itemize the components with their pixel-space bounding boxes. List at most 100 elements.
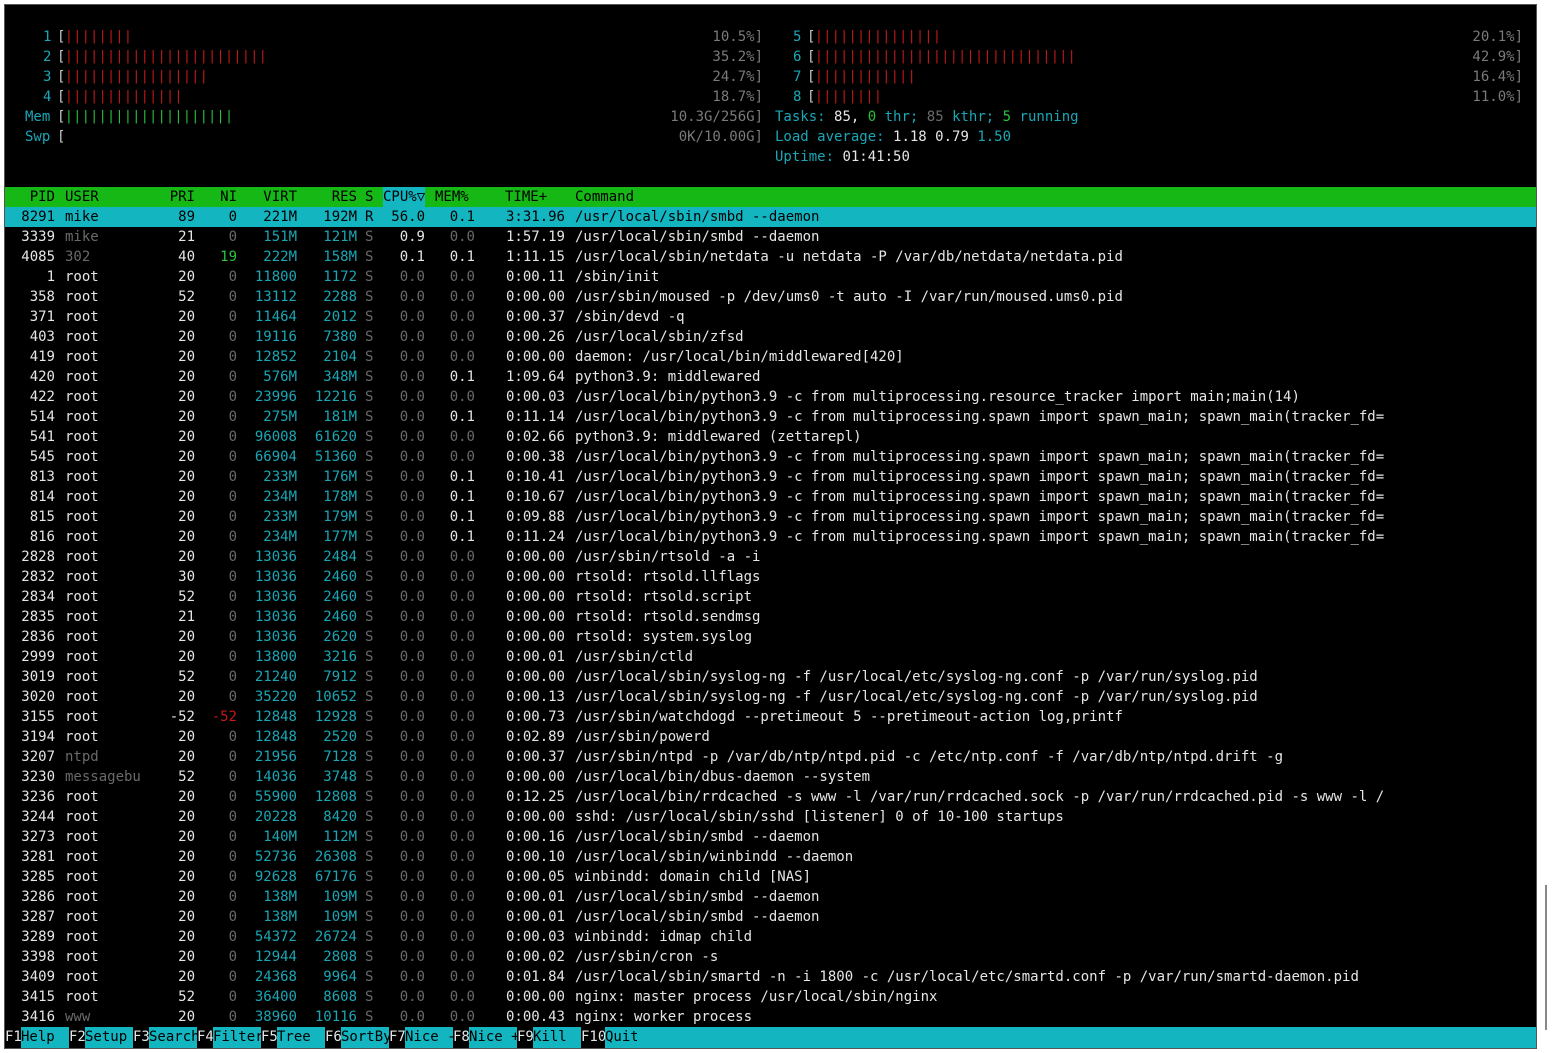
fkey-f10[interactable]: F10	[581, 1027, 607, 1048]
col-user[interactable]: USER	[65, 187, 99, 207]
fkey-label-f10[interactable]: Quit	[605, 1027, 639, 1048]
col-mem[interactable]: MEM%	[435, 187, 469, 207]
virt-cell: 12852	[254, 349, 297, 365]
mem-cell: 0.0	[449, 1009, 475, 1025]
fkey-f2[interactable]: F2	[69, 1027, 86, 1048]
fkey-label-f5[interactable]: Tree	[277, 1027, 328, 1048]
col-state[interactable]: S	[365, 187, 373, 207]
process-row[interactable]: 514 root 20 0 275M 181M S 0.0 0.1 0:11.14/usr/loc…	[5, 407, 1536, 427]
process-row[interactable]: 4085 302 40 19 222M 158M S 0.1 0.1 1:11.15/usr/lo…	[5, 247, 1536, 267]
command-cell: /usr/local/bin/python3.9 -c from multipr…	[575, 389, 1300, 405]
fkey-label-f1[interactable]: Help	[21, 1027, 72, 1048]
process-row[interactable]: 3286 root 20 0 138M 109M S 0.0 0.0 0:00.01/usr/lo…	[5, 887, 1536, 907]
fkey-f7[interactable]: F7	[389, 1027, 406, 1048]
fkey-f5[interactable]: F5	[261, 1027, 278, 1048]
state-cell: S	[365, 349, 374, 365]
process-row[interactable]: 545 root 20 0 66904 51360 S 0.0 0.0 0:00.38/usr/l…	[5, 447, 1536, 467]
fkey-label-f9[interactable]: Kill	[533, 1027, 584, 1048]
time-cell: 0:00.11	[505, 269, 565, 285]
process-row[interactable]: 422 root 20 0 23996 12216 S 0.0 0.0 0:00.03/usr/l…	[5, 387, 1536, 407]
fkey-label-f3[interactable]: Search	[149, 1027, 200, 1048]
process-row[interactable]: 3287 root 20 0 138M 109M S 0.0 0.0 0:00.01/usr/lo…	[5, 907, 1536, 927]
process-row[interactable]: 814 root 20 0 234M 178M S 0.0 0.1 0:10.67/usr/loc…	[5, 487, 1536, 507]
fkey-f3[interactable]: F3	[133, 1027, 150, 1048]
process-row[interactable]: 3415 root 52 0 36400 8608 S 0.0 0.0 0:00.00 nginx:…	[5, 987, 1536, 1007]
col-res[interactable]: RES	[305, 187, 357, 207]
process-row[interactable]: 3194 root 20 0 12848 2520 S 0.0 0.0 0:02.89/usr/s…	[5, 727, 1536, 747]
col-pid[interactable]: PID	[11, 187, 55, 207]
res-cell: 181M	[323, 409, 357, 425]
fkey-label-f7[interactable]: Nice -	[405, 1027, 456, 1048]
fkey-f8[interactable]: F8	[453, 1027, 470, 1048]
process-row[interactable]: 420 root 20 0 576M 348M S 0.0 0.1 1:09.64 python3.…	[5, 367, 1536, 387]
process-row[interactable]: 3285 root 20 0 92628 67176 S 0.0 0.0 0:00.05 winbi…	[5, 867, 1536, 887]
process-row[interactable]: 3398 root 20 0 12944 2808 S 0.0 0.0 0:00.02/usr/s…	[5, 947, 1536, 967]
process-row[interactable]: 541 root 20 0 96008 61620 S 0.0 0.0 0:02.66 python…	[5, 427, 1536, 447]
cpu-cell: 0.0	[399, 609, 425, 625]
ni-cell: -52	[211, 709, 237, 725]
ni-cell: 0	[228, 969, 237, 985]
col-command[interactable]: Command	[575, 187, 634, 207]
process-row[interactable]: 371 root 20 0 11464 2012 S 0.0 0.0 0:00.37/sbin/d…	[5, 307, 1536, 327]
fkey-f6[interactable]: F6	[325, 1027, 342, 1048]
process-row[interactable]: 815 root 20 0 233M 179M S 0.0 0.1 0:09.88/usr/loc…	[5, 507, 1536, 527]
fkey-f4[interactable]: F4	[197, 1027, 214, 1048]
process-row[interactable]: 419 root 20 0 12852 2104 S 0.0 0.0 0:00.00 daemon:…	[5, 347, 1536, 367]
col-cpu-sorted[interactable]: CPU%▽	[383, 187, 425, 207]
process-row[interactable]: 3230 messagebu 52 0 14036 3748 S 0.0 0.0 0:00.00 /…	[5, 767, 1536, 787]
scrollbar[interactable]	[1545, 885, 1547, 1030]
pri-cell: 20	[178, 349, 195, 365]
process-row[interactable]: 3207 ntpd 20 0 21956 7128 S 0.0 0.0 0:00.37/usr/s…	[5, 747, 1536, 767]
process-row[interactable]: 2834 root 52 0 13036 2460 S 0.0 0.0 0:00.00 rtsold…	[5, 587, 1536, 607]
process-row[interactable]: 816 root 20 0 234M 177M S 0.0 0.1 0:11.24/usr/loc…	[5, 527, 1536, 547]
process-row[interactable]: 813 root 20 0 233M 176M S 0.0 0.1 0:10.41/usr/loc…	[5, 467, 1536, 487]
fkey-label-f6[interactable]: SortBy	[341, 1027, 392, 1048]
process-row[interactable]: 3236 root 20 0 55900 12808 S 0.0 0.0 0:12.25/usr/…	[5, 787, 1536, 807]
process-row[interactable]: 3155 root -52 -52 12848 12928 S 0.0 0.0 0:00.73/u…	[5, 707, 1536, 727]
process-row[interactable]: 2835 root 21 0 13036 2460 S 0.0 0.0 0:00.00 rtsold…	[5, 607, 1536, 627]
process-row[interactable]: 3020 root 20 0 35220 10652 S 0.0 0.0 0:00.13/usr/…	[5, 687, 1536, 707]
process-row[interactable]: 358 root 52 0 13112 2288 S 0.0 0.0 0:00.00/usr/sb…	[5, 287, 1536, 307]
htop-terminal[interactable]: 1[|||||||| 10.5%] 2[||||||||||||||||||||||…	[4, 4, 1537, 1049]
process-row[interactable]: 2836 root 20 0 13036 2620 S 0.0 0.0 0:00.00 rtsold…	[5, 627, 1536, 647]
time-cell: 0:00.03	[505, 389, 565, 405]
cpu-cell: 0.0	[399, 529, 425, 545]
pri-cell: 20	[178, 509, 195, 525]
fkey-f9[interactable]: F9	[517, 1027, 534, 1048]
process-row[interactable]: 1 root 20 0 11800 1172 S 0.0 0.0 0:00.11/sbin/ini…	[5, 267, 1536, 287]
col-time[interactable]: TIME+	[505, 187, 547, 207]
process-row[interactable]: 3409 root 20 0 24368 9964 S 0.0 0.0 0:01.84/usr/l…	[5, 967, 1536, 987]
col-pri[interactable]: PRI	[155, 187, 195, 207]
virt-cell: 233M	[263, 469, 297, 485]
res-cell: 121M	[323, 229, 357, 245]
process-row[interactable]: 3273 root 20 0 140M 112M S 0.0 0.0 0:00.16/usr/lo…	[5, 827, 1536, 847]
process-row[interactable]: 8291 mike 89 0 221M 192M R 56.0 0.1 3:31.96/usr/l…	[5, 207, 1536, 227]
load-5min: 0.79	[935, 129, 969, 145]
process-row[interactable]: 3281 root 20 0 52736 26308 S 0.0 0.0 0:00.10/usr/…	[5, 847, 1536, 867]
res-cell: 7380	[323, 329, 357, 345]
fkey-label-f4[interactable]: Filter	[213, 1027, 264, 1048]
process-row[interactable]: 3416 www 20 0 38960 10116 S 0.0 0.0 0:00.43 nginx:…	[5, 1007, 1536, 1027]
cpu-meter-percent: 20.1%]	[1472, 29, 1523, 45]
fkey-label-f2[interactable]: Setup	[85, 1027, 136, 1048]
virt-cell: 13800	[254, 649, 297, 665]
fkey-f1[interactable]: F1	[5, 1027, 22, 1048]
process-row[interactable]: 2832 root 30 0 13036 2460 S 0.0 0.0 0:00.00 rtsold…	[5, 567, 1536, 587]
process-row[interactable]: 3019 root 52 0 21240 7912 S 0.0 0.0 0:00.00/usr/l…	[5, 667, 1536, 687]
process-row[interactable]: 3289 root 20 0 54372 26724 S 0.0 0.0 0:00.03 winbi…	[5, 927, 1536, 947]
state-cell: S	[365, 369, 374, 385]
process-row[interactable]: 2828 root 20 0 13036 2484 S 0.0 0.0 0:00.00/usr/s…	[5, 547, 1536, 567]
user-cell: root	[65, 449, 99, 465]
fkey-label-f8[interactable]: Nice +	[469, 1027, 520, 1048]
mem-cell: 0.0	[449, 329, 475, 345]
col-virt[interactable]: VIRT	[245, 187, 297, 207]
col-ni[interactable]: NI	[205, 187, 237, 207]
user-cell: messagebu	[65, 769, 141, 785]
process-row[interactable]: 2999 root 20 0 13800 3216 S 0.0 0.0 0:00.01/usr/s…	[5, 647, 1536, 667]
process-row[interactable]: 403 root 20 0 19116 7380 S 0.0 0.0 0:00.26/usr/lo…	[5, 327, 1536, 347]
process-row[interactable]: 3339 mike 21 0 151M 121M S 0.9 0.0 1:57.19/usr/lo…	[5, 227, 1536, 247]
mem-meter-value: 10.3G/256G]	[670, 109, 763, 125]
time-cell: 0:00.43	[505, 1009, 565, 1025]
process-row[interactable]: 3244 root 20 0 20228 8420 S 0.0 0.0 0:00.00 sshd: …	[5, 807, 1536, 827]
pri-cell: 40	[178, 249, 195, 265]
